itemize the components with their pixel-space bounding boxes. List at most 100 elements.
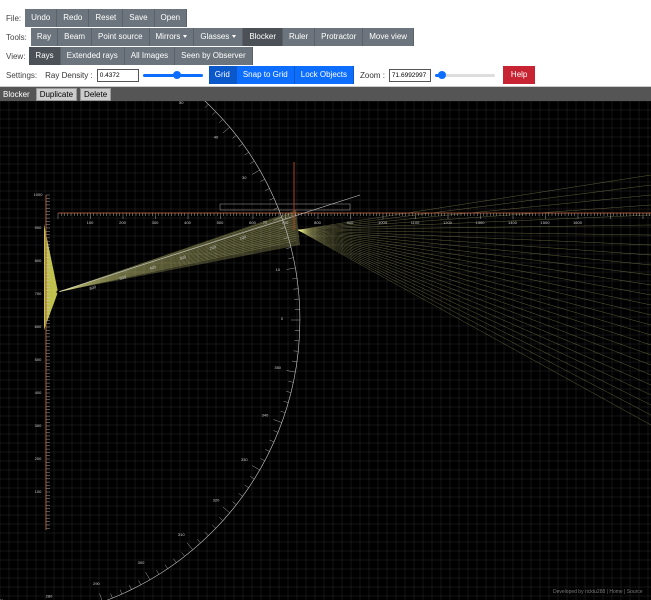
ray-line	[57, 227, 297, 293]
file-row: File: Undo Redo Reset Save Open	[0, 9, 188, 27]
protractor-label: 280	[46, 594, 53, 599]
tool-protractor[interactable]: Protractor	[315, 28, 364, 46]
ruler-tick-label: 100	[35, 489, 42, 494]
view-extended-rays[interactable]: Extended rays	[60, 47, 125, 65]
reset-button[interactable]: Reset	[89, 9, 124, 27]
slider-thumb[interactable]	[172, 71, 181, 79]
caret-down-icon	[232, 35, 237, 39]
zoom-input[interactable]	[388, 68, 431, 82]
protractor-label: 30	[242, 175, 247, 180]
diagonal-ruler[interactable]: 600 500 400 300 200 100	[57, 194, 361, 293]
protractor-tick	[265, 449, 270, 452]
save-button[interactable]: Save	[123, 9, 155, 27]
view-row-label: View:	[6, 51, 26, 61]
ruler-tick-label: 500	[217, 220, 224, 225]
protractor-tick	[145, 571, 151, 580]
tool-blocker[interactable]: Blocker	[243, 28, 283, 46]
glasses-label: Glasses	[200, 32, 230, 41]
protractor-tick	[138, 580, 142, 585]
object-name: Blocker	[3, 89, 30, 99]
view-seen-by-observer[interactable]: Seen by Observer	[175, 47, 253, 65]
protractor-tick	[156, 570, 160, 575]
protractor-tick	[286, 247, 292, 249]
caret-down-icon	[183, 35, 188, 39]
protractor-label: 350	[274, 365, 281, 370]
view-all-images[interactable]: All Images	[124, 47, 176, 65]
zoom-slider[interactable]	[434, 69, 495, 81]
ruler-tick-label: 1200	[443, 220, 453, 225]
protractor-tick	[119, 589, 123, 595]
protractor-tick	[251, 465, 260, 471]
protractor-label: 310	[178, 532, 185, 537]
ruler-tick-label: 400	[35, 390, 42, 395]
slider-thumb[interactable]	[437, 71, 446, 79]
undo-button[interactable]: Undo	[25, 9, 58, 27]
ruler-tick-label: 1500	[541, 220, 551, 225]
source-dot[interactable]	[56, 290, 60, 294]
ruler-tick-label: 1300	[476, 220, 486, 225]
protractor-tick	[212, 111, 216, 116]
ruler-tick-label: 1000	[34, 192, 44, 197]
snap-to-grid-toggle[interactable]: Snap to Grid	[236, 66, 295, 84]
ruler-tick-label: 900	[347, 220, 354, 225]
tool-point-source[interactable]: Point source	[92, 28, 150, 46]
duplicate-button[interactable]: Duplicate	[35, 87, 78, 101]
protractor-tick	[251, 169, 260, 175]
tool-ray[interactable]: Ray	[30, 28, 59, 46]
tools-row: Tools: Ray Beam Point source Mirrors Gla…	[0, 28, 415, 46]
protractor-label: 40	[214, 135, 219, 140]
ruler-tick-label: 800	[35, 258, 42, 263]
point-source[interactable]	[56, 290, 60, 294]
lock-objects-toggle[interactable]: Lock Objects	[294, 66, 355, 84]
protractor-tick	[232, 501, 237, 505]
ruler-tick-label: 900	[35, 225, 42, 230]
tool-mirrors-dropdown[interactable]: Mirrors	[149, 28, 195, 46]
ruler-tick-label: 500	[35, 357, 42, 362]
tool-beam[interactable]: Beam	[58, 28, 93, 46]
ray-line	[57, 229, 297, 293]
ruler-tick-label: 600	[35, 324, 42, 329]
ray-density-slider[interactable]	[142, 69, 203, 81]
protractor-tick	[99, 593, 103, 600]
ruler-line	[57, 194, 361, 293]
grid	[0, 101, 651, 600]
tool-ruler[interactable]: Ruler	[283, 28, 316, 46]
view-rays[interactable]: Rays	[29, 47, 61, 65]
ruler-tick-label: 1000	[378, 220, 388, 225]
protractor-tick	[250, 160, 255, 164]
protractor-tick	[219, 119, 224, 123]
ray-line	[57, 225, 297, 293]
protractor-tick	[273, 419, 282, 423]
ray-density-input[interactable]	[96, 68, 139, 82]
protractor-tick	[181, 552, 185, 557]
protractor-tick	[204, 532, 209, 536]
protractor-label: 330	[241, 457, 248, 462]
tool-move-view[interactable]: Move view	[363, 28, 415, 46]
help-button[interactable]: Help	[502, 66, 536, 84]
horizontal-ruler[interactable]: 100 200 300 400 500 600 700 800 900 1000 1100 1200 1…	[57, 212, 651, 225]
protractor-tick	[129, 585, 132, 590]
protractor-label: 50	[179, 101, 184, 105]
delete-button[interactable]: Delete	[80, 87, 112, 101]
redo-button[interactable]: Redo	[57, 9, 90, 27]
ruler-tick-label: 300	[152, 220, 159, 225]
ruler-tick-label: 300	[35, 423, 42, 428]
ruler-tick-label: 200	[35, 456, 42, 461]
protractor-tick	[173, 558, 177, 563]
ruler-tick-label: 1100	[411, 220, 420, 225]
mirrors-label: Mirrors	[155, 32, 181, 41]
simulation-canvas[interactable]: 100 200 300 400 500 600 700 800 900 1000 1100 1200 1…	[0, 101, 651, 600]
ray-density-label: Ray Density :	[45, 70, 93, 80]
settings-row: Settings: Ray Density : Grid Snap to Gri…	[0, 66, 536, 84]
ruler-tick-label: 600	[249, 220, 256, 225]
protractor-label: 340	[262, 412, 269, 417]
view-row: View: Rays Extended rays All Images Seen…	[0, 47, 253, 65]
protractor-tick	[283, 401, 289, 403]
tool-glasses-dropdown[interactable]: Glasses	[194, 28, 244, 46]
file-row-label: File:	[6, 13, 22, 23]
grid-toggle[interactable]: Grid	[208, 66, 237, 84]
protractor-tick	[238, 493, 243, 497]
protractor-tick	[273, 430, 279, 433]
open-button[interactable]: Open	[154, 9, 188, 27]
protractor-tick	[288, 381, 294, 383]
